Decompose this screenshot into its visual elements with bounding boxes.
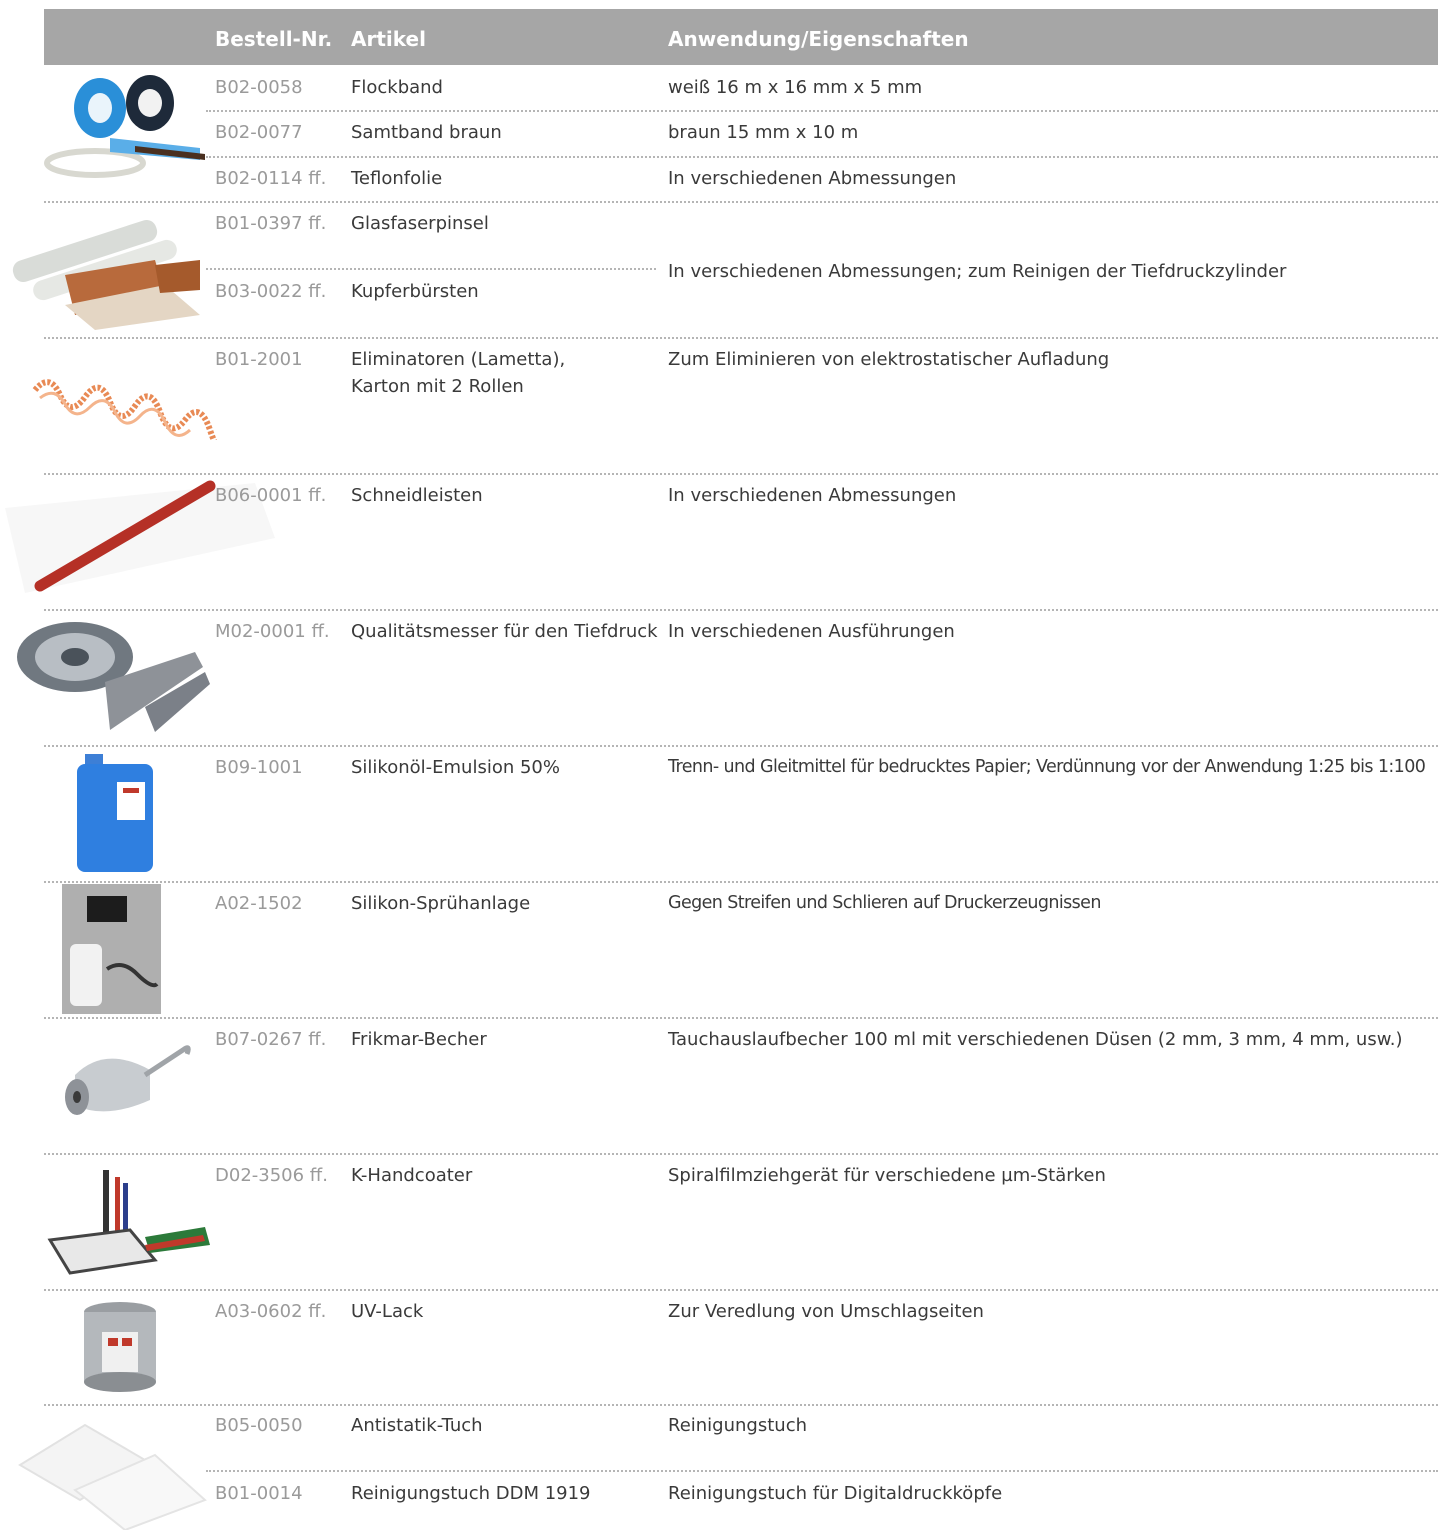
usage-text: Tauchauslaufbecher 100 ml mit verschiede… [668, 1029, 1403, 1050]
article-name: Antistatik-Tuch [351, 1415, 483, 1436]
order-number: B05-0050 [215, 1415, 303, 1436]
tape-rolls-image [44, 75, 205, 178]
row-separator [44, 1289, 1438, 1291]
usage-text: braun 15 mm x 10 m [668, 122, 859, 143]
usage-text: Zum Eliminieren von elektrostatischer Au… [668, 349, 1110, 370]
emulsion-canister-image [77, 754, 153, 872]
usage-text: Reinigungstuch [668, 1415, 807, 1436]
order-number: B09-1001 [215, 757, 303, 778]
header-article: Artikel [351, 27, 426, 51]
usage-text: Gegen Streifen und Schlieren auf Drucker… [668, 893, 1101, 913]
row-separator [206, 1470, 1438, 1472]
row-separator [206, 156, 1438, 158]
usage-text: Spiralfilmziehgerät für verschiedene µm-… [668, 1165, 1106, 1186]
cleaning-cloths-image [18, 1423, 207, 1530]
order-number: B07-0267 ff. [215, 1029, 327, 1050]
row-separator [44, 337, 1438, 339]
article-name: Teflonfolie [351, 168, 443, 189]
row-separator [44, 745, 1438, 747]
row-separator [44, 881, 1438, 883]
usage-text: Zur Veredlung von Umschlagseiten [668, 1301, 984, 1322]
row-separator [44, 1153, 1438, 1155]
usage-text: In verschiedenen Abmessungen [668, 168, 957, 189]
row-separator [44, 609, 1438, 611]
article-name: Eliminatoren (Lametta), [351, 349, 566, 370]
usage-text: In verschiedenen Abmessungen [668, 485, 957, 506]
table-header: Bestell-Nr. Artikel Anwendung/Eigenschaf… [44, 9, 1438, 65]
order-number: B02-0077 [215, 122, 303, 143]
order-number: B02-0114 ff. [215, 168, 327, 189]
row-separator [44, 473, 1438, 475]
row-separator [206, 110, 1438, 112]
doctor-blades-image [17, 622, 210, 732]
row-separator [44, 1017, 1438, 1019]
eliminator-tinsel-image [32, 379, 225, 440]
row-separator [44, 1404, 1438, 1406]
article-name: UV-Lack [351, 1301, 424, 1322]
order-number: B03-0022 ff. [215, 281, 327, 302]
order-number: D02-3506 ff. [215, 1165, 328, 1186]
order-number: B02-0058 [215, 77, 303, 98]
row-separator [44, 201, 1438, 203]
header-order-number: Bestell-Nr. [215, 27, 333, 51]
article-name: Samtband braun [351, 122, 502, 143]
order-number: B06-0001 ff. [215, 485, 327, 506]
order-number: B01-0014 [215, 1483, 303, 1504]
article-name: Silikon-Sprühanlage [351, 893, 531, 914]
article-name-line2: Karton mit 2 Rollen [351, 376, 524, 397]
order-number: A03-0602 ff. [215, 1301, 327, 1322]
usage-text: weiß 16 m x 16 mm x 5 mm [668, 77, 923, 98]
frikmar-cup-image [65, 1045, 191, 1115]
order-number: M02-0001 ff. [215, 621, 330, 642]
brushes-image [12, 219, 200, 330]
uv-lacquer-can-image [84, 1302, 156, 1392]
article-name: Silikonöl-Emulsion 50% [351, 757, 560, 778]
order-number: A02-1502 [215, 893, 303, 914]
article-name: Reinigungstuch DDM 1919 [351, 1483, 591, 1504]
article-name: Glasfaserpinsel [351, 213, 489, 234]
usage-text-merged: In verschiedenen Abmessungen; zum Reinig… [668, 261, 1287, 282]
usage-text: Trenn- und Gleitmittel für bedrucktes Pa… [668, 757, 1426, 777]
article-name: K-Handcoater [351, 1165, 473, 1186]
article-name: Kupferbürsten [351, 281, 479, 302]
usage-text: In verschiedenen Ausführungen [668, 621, 955, 642]
row-separator [206, 268, 656, 270]
article-name: Frikmar-Becher [351, 1029, 487, 1050]
spray-system-image [62, 884, 161, 1014]
header-usage: Anwendung/Eigenschaften [668, 27, 969, 51]
order-number: B01-0397 ff. [215, 213, 327, 234]
handcoater-image [47, 1170, 210, 1275]
article-name: Flockband [351, 77, 443, 98]
article-name: Schneidleisten [351, 485, 483, 506]
usage-text: Reinigungstuch für Digitaldruckköpfe [668, 1483, 1003, 1504]
article-name: Qualitätsmesser für den Tiefdruck [351, 621, 658, 642]
order-number: B01-2001 [215, 349, 303, 370]
